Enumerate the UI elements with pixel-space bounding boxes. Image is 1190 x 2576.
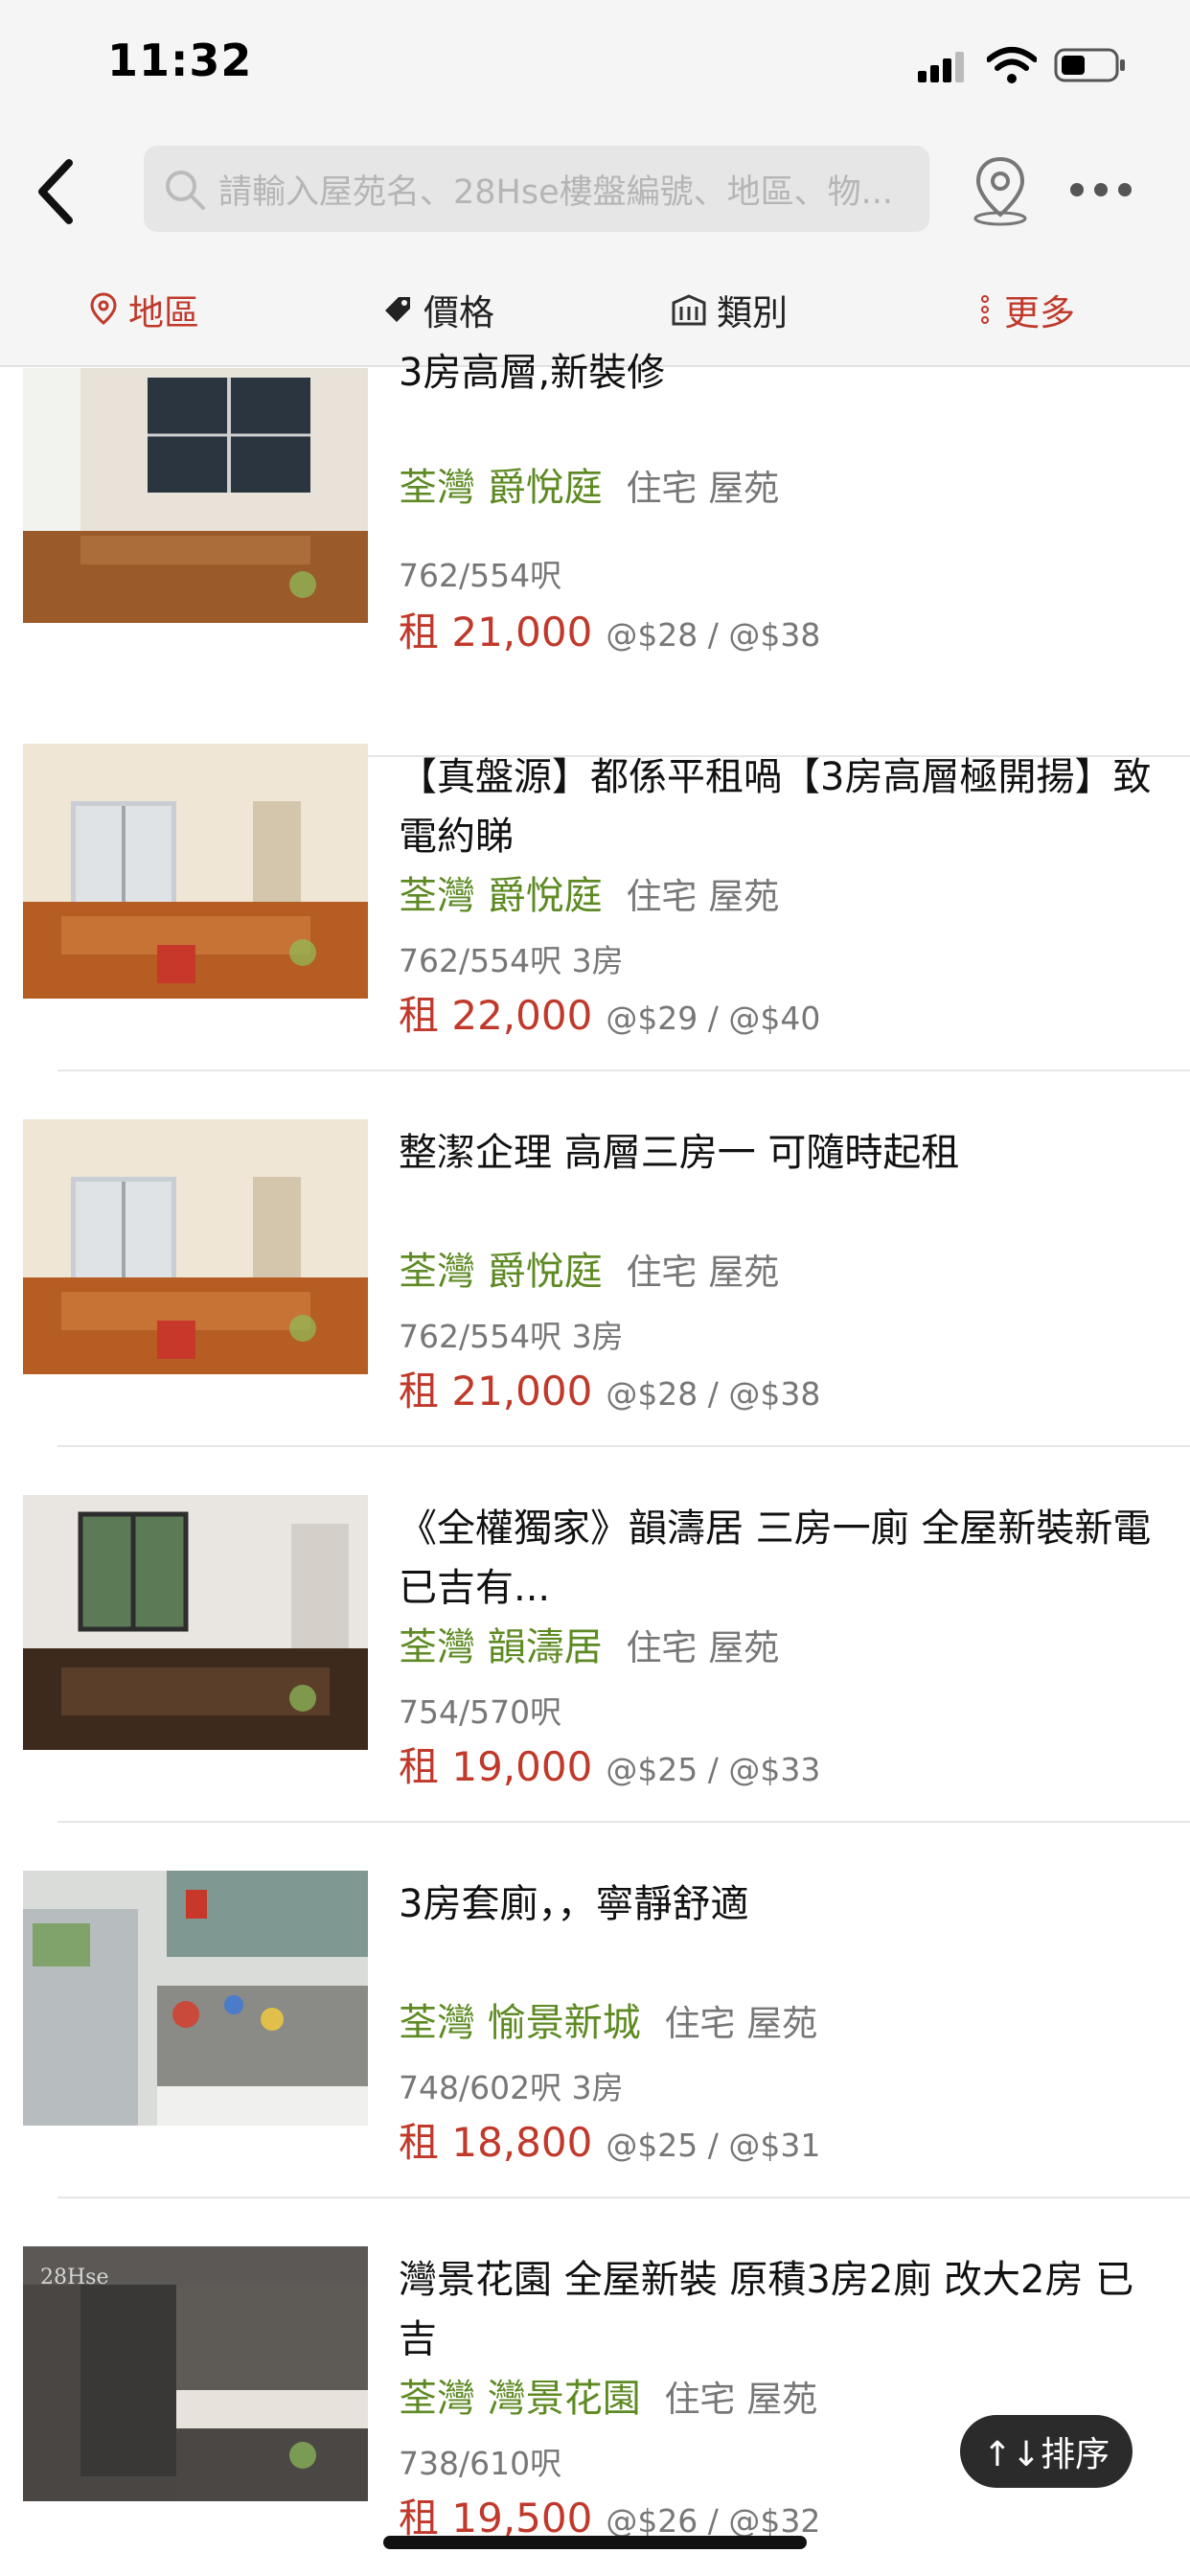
status-time: 11:32 <box>107 34 253 86</box>
listing-price: 租 19,500 <box>399 2495 593 2542</box>
listing-estate[interactable]: 灣景花園 <box>488 2377 641 2421</box>
listing-photo <box>23 368 368 623</box>
listing-type: 住宅 屋苑 <box>626 1252 780 1293</box>
listing-photo: 28Hse <box>23 2246 368 2501</box>
listing-unit-price: @$25 / @$33 <box>606 1751 821 1788</box>
listing-title: 3房高層,新裝修 <box>399 351 666 395</box>
search-icon <box>166 171 205 210</box>
wifi-icon <box>987 47 1037 83</box>
listing-estate[interactable]: 爵悅庭 <box>488 874 603 918</box>
listing-price-row: 租 22,000 @$29 / @$40 <box>399 983 820 1042</box>
listing-estate[interactable]: 愉景新城 <box>488 2001 641 2045</box>
listing-photo <box>23 1495 368 1750</box>
listing-price-row: 租 21,000 @$28 / @$38 <box>399 1359 820 1417</box>
listing-area: 762/554呎 3房 <box>399 942 624 979</box>
listing-unit-price: @$25 / @$31 <box>606 2127 821 2164</box>
search-input[interactable]: 請輸入屋苑名、28Hse樓盤編號、地區、物... <box>218 165 918 214</box>
listing-item[interactable]: 《全權獨家》韻濤居 三房一廁 全屋新裝新電 已吉有... 荃灣 韻濤居 住宅 屋… <box>0 1447 1190 1823</box>
listing-district: 荃灣 <box>399 1250 475 1294</box>
listing-price-row: 租 21,000 @$28 / @$38 <box>399 600 820 658</box>
listing-photo <box>23 1119 368 1374</box>
listing-district: 荃灣 <box>399 2001 475 2045</box>
listing-photo <box>23 1871 368 2126</box>
listing-estate[interactable]: 爵悅庭 <box>488 466 603 510</box>
listing-unit-price: @$26 / @$32 <box>606 2502 821 2540</box>
listing-type: 住宅 屋苑 <box>664 2003 818 2044</box>
listing-price: 租 18,800 <box>399 2119 593 2166</box>
listing-title: 灣景花園 全屋新裝 原積3房2廁 改大2房 已吉 <box>399 2258 1134 2361</box>
listing-area: 762/554呎 <box>399 557 562 594</box>
listing-title: 《全權獨家》韻濤居 三房一廁 全屋新裝新電 已吉有... <box>399 1506 1152 1610</box>
listing-location: 荃灣 韻濤居 住宅 屋苑 <box>399 1616 779 1671</box>
listing-item[interactable]: 28Hse 灣景花園 全屋新裝 原積3房2廁 改大2房 已吉 荃灣 灣景花園 住… <box>0 2198 1190 2574</box>
more-options-icon[interactable] <box>1067 171 1134 209</box>
listing-price-row: 租 18,800 @$25 / @$31 <box>399 2110 820 2169</box>
listing-title: 3房套廁，，寧靜舒適 <box>399 1882 749 1926</box>
listing-price: 租 19,000 <box>399 1743 593 1790</box>
listing-title: 【真盤源】都係平租喎【3房高層極開揚】致電約睇 <box>399 755 1152 859</box>
listing-district: 荃灣 <box>399 874 475 918</box>
listing-estate[interactable]: 韻濤居 <box>488 1625 603 1669</box>
listing-location: 荃灣 爵悅庭 住宅 屋苑 <box>399 864 779 920</box>
listing-area: 762/554呎 3房 <box>399 1318 624 1355</box>
listing-item[interactable]: 3房套廁，，寧靜舒適 荃灣 愉景新城 住宅 屋苑 748/602呎 3房 租 1… <box>0 1823 1190 2198</box>
listing-estate[interactable]: 爵悅庭 <box>488 1250 603 1294</box>
listing-item[interactable]: 3房高層,新裝修 荃灣 爵悅庭 住宅 屋苑 762/554呎 租 21,000 @… <box>0 320 1190 757</box>
listing-price: 租 21,000 <box>399 1368 593 1414</box>
listing-type: 住宅 屋苑 <box>626 876 780 917</box>
home-indicator[interactable] <box>383 2536 807 2549</box>
back-arrow-icon[interactable] <box>29 153 86 230</box>
listing-district: 荃灣 <box>399 2377 475 2421</box>
watermark-logo: 28Hse <box>40 2266 109 2289</box>
listing-item[interactable]: 整潔企理 高層三房一 可隨時起租 荃灣 爵悅庭 住宅 屋苑 762/554呎 3… <box>0 1071 1190 1447</box>
listing-area: 748/602呎 3房 <box>399 2069 624 2106</box>
map-location-icon[interactable] <box>963 153 1038 228</box>
cellular-signal-icon <box>918 52 968 82</box>
listing-district: 荃灣 <box>399 466 475 510</box>
battery-icon <box>1054 48 1125 82</box>
listing-area: 738/610呎 <box>399 2445 562 2482</box>
listing-area: 754/570呎 <box>399 1693 562 1731</box>
listing-unit-price: @$28 / @$38 <box>606 616 821 654</box>
listing-item[interactable]: 【真盤源】都係平租喎【3房高層極開揚】致電約睇 荃灣 爵悅庭 住宅 屋苑 762… <box>0 696 1190 1071</box>
listing-location: 荃灣 愉景新城 住宅 屋苑 <box>399 1991 817 2047</box>
listing-unit-price: @$28 / @$38 <box>606 1375 821 1413</box>
listing-type: 住宅 屋苑 <box>626 468 780 509</box>
listing-district: 荃灣 <box>399 1625 475 1669</box>
listing-price-row: 租 19,000 @$25 / @$33 <box>399 1735 820 1793</box>
sort-button[interactable]: ↑↓排序 <box>960 2415 1133 2488</box>
listing-type: 住宅 屋苑 <box>626 1627 780 1668</box>
listing-unit-price: @$29 / @$40 <box>606 1000 821 1037</box>
listing-title: 整潔企理 高層三房一 可隨時起租 <box>399 1131 960 1175</box>
listing-location: 荃灣 爵悅庭 住宅 屋苑 <box>399 1240 779 1296</box>
listing-location: 荃灣 灣景花園 住宅 屋苑 <box>399 2367 817 2423</box>
listing-location: 荃灣 爵悅庭 住宅 屋苑 <box>399 456 779 512</box>
listing-price: 租 21,000 <box>399 609 593 656</box>
listing-photo <box>23 744 368 999</box>
listing-type: 住宅 屋苑 <box>664 2379 818 2420</box>
listing-price: 租 22,000 <box>399 992 593 1039</box>
